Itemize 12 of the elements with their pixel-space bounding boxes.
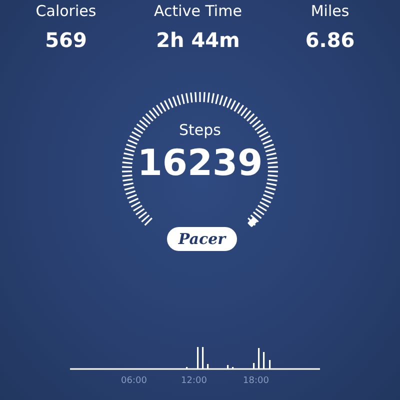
stat-label: Active Time [154,2,242,20]
brand-logo: Pacer [167,227,237,251]
time-label: 12:00 [181,376,207,386]
stat-value: 569 [45,27,87,53]
steps-value: 16239 [137,143,263,184]
stat-label: Miles [310,2,350,20]
time-label: 18:00 [243,376,269,386]
stat-value: 6.86 [305,27,355,53]
stat-value: 2h 44m [156,27,240,53]
stat-label: Calories [36,2,96,20]
steps-label: Steps [179,121,221,139]
time-label: 06:00 [121,376,147,386]
